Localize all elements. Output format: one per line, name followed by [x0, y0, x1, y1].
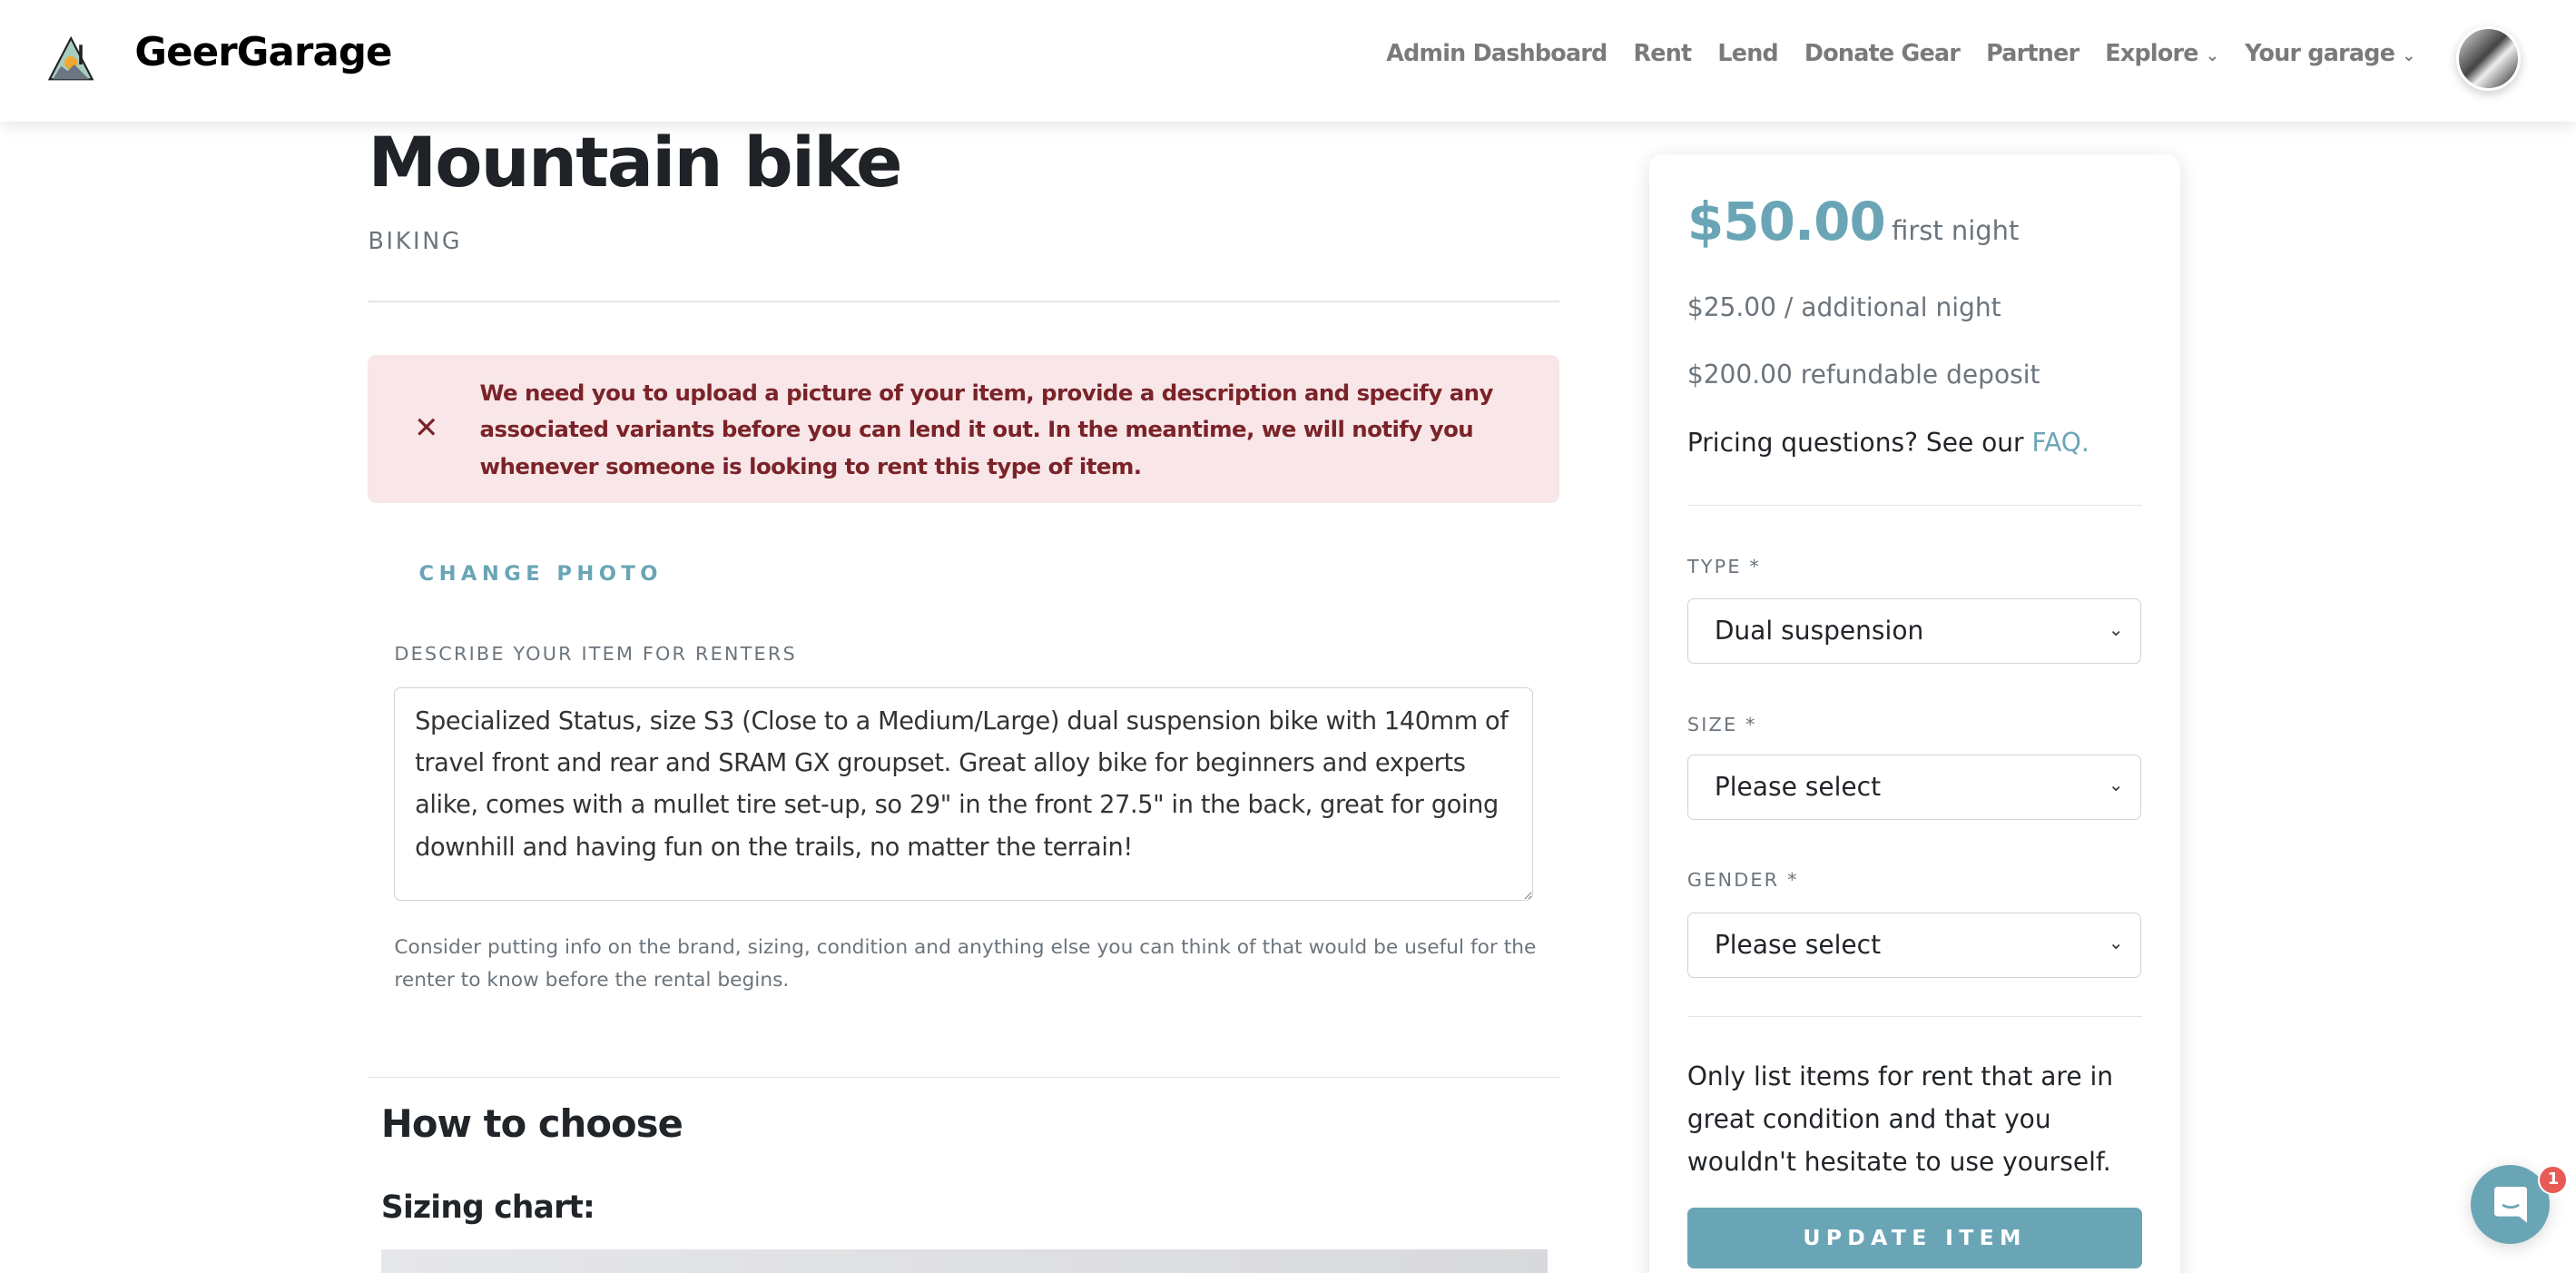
gender-label: GENDER *	[1686, 869, 1799, 892]
nav-explore-dropdown[interactable]: Explore ⌄	[2105, 39, 2219, 67]
type-select[interactable]: Dual suspension ⌄	[1686, 597, 2141, 665]
user-avatar[interactable]	[2455, 25, 2522, 92]
update-item-button[interactable]: UPDATE ITEM	[1686, 1208, 2143, 1269]
change-photo-button[interactable]: CHANGE PHOTO	[419, 562, 663, 586]
divider	[1686, 1015, 2143, 1018]
logo-icon[interactable]	[46, 30, 105, 83]
main-nav: Admin Dashboard Rent Lend Donate Gear Pa…	[1386, 39, 2415, 67]
how-to-choose-heading: How to choose	[380, 1100, 683, 1146]
description-help: Consider putting info on the brand, sizi…	[394, 936, 1537, 992]
size-select[interactable]: Please select ⌄	[1686, 754, 2141, 821]
chevron-down-icon: ⌄	[2108, 775, 2124, 796]
pricing-faq: Pricing questions? See our FAQ.	[1687, 428, 2089, 458]
pricing-card: $50.00 first night $25.00 / additional ni…	[1649, 154, 2180, 1273]
nav-admin-dashboard[interactable]: Admin Dashboard	[1386, 39, 1608, 66]
chat-unread-badge: 1	[2538, 1165, 2569, 1196]
navbar: GeerGarage Admin Dashboard Rent Lend Don…	[0, 0, 2576, 122]
nav-rent[interactable]: Rent	[1633, 39, 1692, 66]
divider	[368, 301, 1559, 303]
price-first-night: $50.00 first night	[1687, 191, 2020, 252]
size-label: SIZE *	[1686, 713, 1757, 735]
price-value: $50.00	[1686, 190, 1886, 252]
nav-your-garage-dropdown[interactable]: Your garage ⌄	[2245, 39, 2415, 67]
gender-value: Please select	[1714, 929, 1882, 960]
nav-your-garage-label: Your garage	[2245, 39, 2395, 67]
item-title: Mountain bike	[368, 121, 902, 202]
size-value: Please select	[1714, 771, 1882, 802]
chevron-down-icon: ⌄	[2402, 46, 2415, 66]
type-value: Dual suspension	[1714, 615, 1924, 646]
nav-lend[interactable]: Lend	[1717, 39, 1778, 66]
item-category: BIKING	[368, 226, 463, 254]
chevron-down-icon: ⌄	[2205, 46, 2219, 66]
close-icon[interactable]: ✕	[414, 410, 438, 445]
faq-prefix: Pricing questions? See our	[1686, 427, 2032, 458]
additional-night-price: $25.00 / additional night	[1686, 292, 2001, 323]
nav-partner[interactable]: Partner	[1986, 39, 2079, 66]
divider	[368, 1076, 1559, 1079]
description-label: DESCRIBE YOUR ITEM FOR RENTERS	[394, 642, 797, 665]
chevron-down-icon: ⌄	[2108, 618, 2124, 640]
gender-select[interactable]: Please select ⌄	[1686, 912, 2141, 979]
warning-alert: ✕ We need you to upload a picture of you…	[368, 354, 1559, 503]
faq-link[interactable]: FAQ.	[2032, 428, 2089, 458]
chevron-down-icon: ⌄	[2108, 933, 2124, 954]
nav-explore-label: Explore	[2105, 39, 2198, 67]
sizing-chart-image	[380, 1248, 1548, 1273]
type-label: TYPE *	[1686, 555, 1761, 577]
alert-message: We need you to upload a picture of your …	[479, 379, 1494, 480]
chat-icon	[2493, 1186, 2527, 1223]
description-textarea[interactable]: Specialized Status, size S3 (Close to a …	[394, 686, 1533, 902]
price-label: first night	[1892, 214, 2020, 246]
nav-donate-gear[interactable]: Donate Gear	[1804, 39, 1961, 66]
listing-notice: Only list items for rent that are in gre…	[1686, 1061, 2114, 1178]
deposit-price: $200.00 refundable deposit	[1686, 360, 2040, 390]
brand-name[interactable]: GeerGarage	[134, 30, 392, 75]
divider	[1686, 504, 2143, 507]
sizing-chart-heading: Sizing chart:	[380, 1189, 595, 1227]
